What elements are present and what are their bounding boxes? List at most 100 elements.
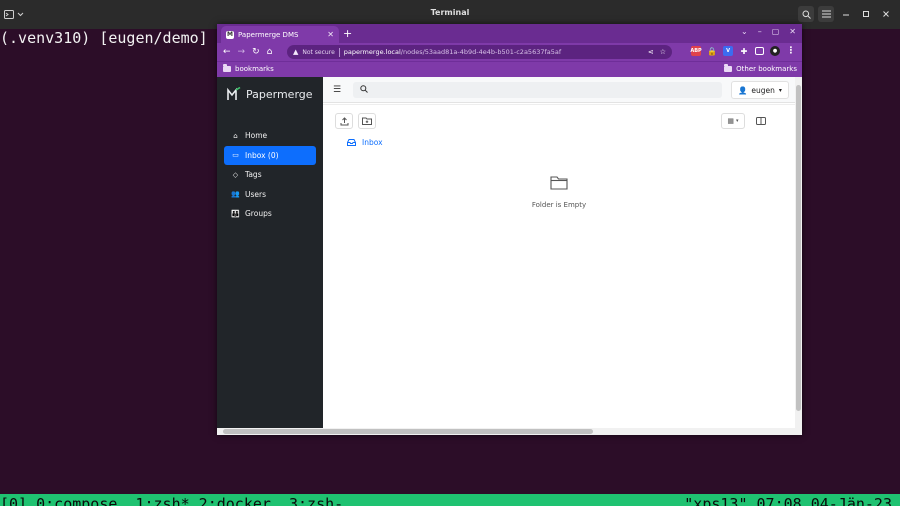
upload-button[interactable] (335, 113, 353, 129)
upload-icon (340, 116, 348, 125)
empty-folder-icon (550, 176, 568, 190)
users-icon: 👥 (231, 190, 240, 198)
app-topbar: ☰ 👤 eugen ▾ (323, 77, 795, 103)
inbox-icon (347, 139, 356, 146)
home-icon: ⌂ (233, 131, 238, 140)
scrollbar-thumb[interactable] (223, 429, 593, 434)
close-icon[interactable]: ✕ (789, 27, 796, 36)
terminal-close-button[interactable] (878, 6, 894, 22)
sidebar-item-inbox[interactable]: ▭ Inbox (0) (224, 145, 316, 165)
terminal-title: Terminal (430, 8, 470, 17)
tab-title: Papermerge DMS (238, 30, 299, 39)
view-mode-dropdown[interactable]: ▦ ▾ (721, 113, 745, 129)
vertical-scrollbar[interactable] (795, 77, 802, 428)
maximize-icon[interactable]: ▢ (772, 27, 780, 36)
user-menu-button[interactable]: 👤 eugen ▾ (731, 81, 789, 99)
sidebar-item-home[interactable]: ⌂ Home (224, 126, 316, 145)
other-bookmarks[interactable]: Other bookmarks (724, 64, 797, 73)
not-secure-label: Not secure (302, 48, 335, 56)
sidebar-item-label: Inbox (0) (245, 150, 279, 160)
minimize-icon[interactable]: – (758, 27, 762, 36)
bookmark-star-icon[interactable]: ☆ (660, 48, 666, 56)
inbox-icon: ▭ (232, 151, 239, 159)
back-arrow-icon[interactable]: ← (223, 47, 231, 57)
papermerge-favicon: M (226, 30, 234, 39)
new-folder-icon (362, 117, 372, 125)
folder-icon (223, 64, 231, 72)
browser-window: M Papermerge DMS ✕ + ⌄ – ▢ ✕ ← → ↻ ⌂ ▲ N… (217, 24, 802, 435)
username: eugen (751, 85, 775, 95)
brand[interactable]: Papermerge (227, 87, 313, 101)
address-bar[interactable]: ▲ Not secure papermerge.local/nodes/53aa… (287, 45, 672, 59)
vpn-extension-icon[interactable]: V (723, 46, 733, 56)
terminal-maximize-button[interactable] (858, 6, 874, 22)
avatar[interactable]: ● (770, 46, 780, 56)
share-icon[interactable]: ⋖ (648, 48, 654, 56)
url-host: papermerge.local (343, 48, 401, 56)
home-icon[interactable]: ⌂ (267, 47, 273, 57)
kebab-menu-icon[interactable]: ⋮ (786, 46, 796, 56)
sidebar-toggle-icon[interactable]: ☰ (333, 85, 341, 95)
new-tab-button[interactable]: + (343, 27, 352, 40)
brand-name: Papermerge (246, 87, 313, 101)
other-bookmarks-label: Other bookmarks (736, 65, 797, 73)
sidebar-item-label: Users (245, 189, 267, 199)
scrollbar-thumb[interactable] (796, 85, 801, 411)
terminal-menu-button[interactable] (818, 6, 834, 22)
minimize-icon (843, 14, 849, 16)
app-sidebar: Papermerge ⌂ Home ▭ Inbox (0) ◇ Tags 👥 U… (217, 77, 323, 428)
tag-icon: ◇ (232, 170, 239, 179)
papermerge-logo-icon (227, 87, 241, 100)
breadcrumb-inbox[interactable]: Inbox (362, 138, 383, 147)
reload-icon[interactable]: ↻ (252, 47, 260, 57)
side-panel-icon[interactable] (755, 47, 764, 55)
search-icon (360, 85, 368, 93)
bookmark-folder[interactable]: bookmarks (223, 64, 274, 73)
tmux-window-list: [0] 0:compose 1:zsh* 2:docker 3:zsh- (0, 495, 344, 506)
maximize-icon (863, 11, 869, 17)
url-path: /nodes/53aad81a-4b9d-4e4b-b501-c2a5637fa… (400, 48, 562, 56)
tab-search-icon[interactable]: ⌄ (741, 27, 748, 36)
web-page: Papermerge ⌂ Home ▭ Inbox (0) ◇ Tags 👥 U… (217, 77, 802, 435)
forward-arrow-icon[interactable]: → (238, 47, 246, 57)
shell-prompt: (.venv310) [eugen/demo] $ (0, 29, 226, 47)
tab-strip: M Papermerge DMS ✕ + ⌄ – ▢ ✕ (217, 24, 802, 43)
dual-panel-icon (756, 117, 766, 125)
browser-toolbar: ← → ↻ ⌂ ▲ Not secure papermerge.local/no… (217, 43, 802, 61)
main-area: ☰ 👤 eugen ▾ ▦ ▾ Inbox Folder is Empty (323, 77, 795, 428)
tab-close-icon[interactable]: ✕ (327, 30, 334, 39)
caret-down-icon: ▾ (778, 86, 782, 94)
search-input[interactable] (353, 82, 722, 98)
adblock-extension-icon[interactable]: ABP (690, 46, 702, 56)
folder-icon (724, 64, 733, 72)
sidebar-item-users[interactable]: 👥 Users (224, 185, 316, 204)
tmux-status-bar: [0] 0:compose 1:zsh* 2:docker 3:zsh- "xp… (0, 494, 900, 506)
tmux-host-clock: "xps13" 07:08 04-Jän-23 (684, 495, 892, 506)
sidebar-menu: ⌂ Home ▭ Inbox (0) ◇ Tags 👥 Users 👪 Grou… (224, 126, 316, 224)
browser-tab[interactable]: M Papermerge DMS ✕ (221, 26, 339, 43)
breadcrumb[interactable]: Inbox (347, 138, 383, 147)
terminal-minimize-button[interactable] (838, 6, 854, 22)
dual-panel-button[interactable] (752, 113, 770, 129)
grid-view-icon: ▦ (727, 117, 735, 125)
close-icon (883, 11, 889, 17)
bookmarks-bar: bookmarks Other bookmarks (217, 61, 802, 77)
extensions-puzzle-icon[interactable]: ✚ (739, 46, 749, 56)
hamburger-menu-icon (821, 10, 831, 18)
sidebar-item-groups[interactable]: 👪 Groups (224, 204, 316, 223)
folder-content: ▦ ▾ Inbox Folder is Empty (323, 104, 795, 428)
sidebar-item-label: Tags (245, 170, 262, 179)
sidebar-item-tags[interactable]: ◇ Tags (224, 165, 316, 184)
new-folder-button[interactable] (358, 113, 376, 129)
warning-icon: ▲ (293, 48, 299, 56)
terminal-search-button[interactable] (798, 6, 814, 22)
url-separator (338, 47, 340, 57)
groups-icon: 👪 (231, 209, 240, 218)
sidebar-item-label: Home (245, 131, 268, 140)
empty-folder-message: Folder is Empty (531, 201, 587, 209)
user-icon: 👤 (738, 85, 748, 95)
lock-extension-icon[interactable]: 🔒 (707, 46, 717, 56)
bookmark-folder-label: bookmarks (235, 65, 274, 73)
horizontal-scrollbar[interactable] (217, 428, 802, 435)
sidebar-item-label: Groups (245, 209, 272, 218)
